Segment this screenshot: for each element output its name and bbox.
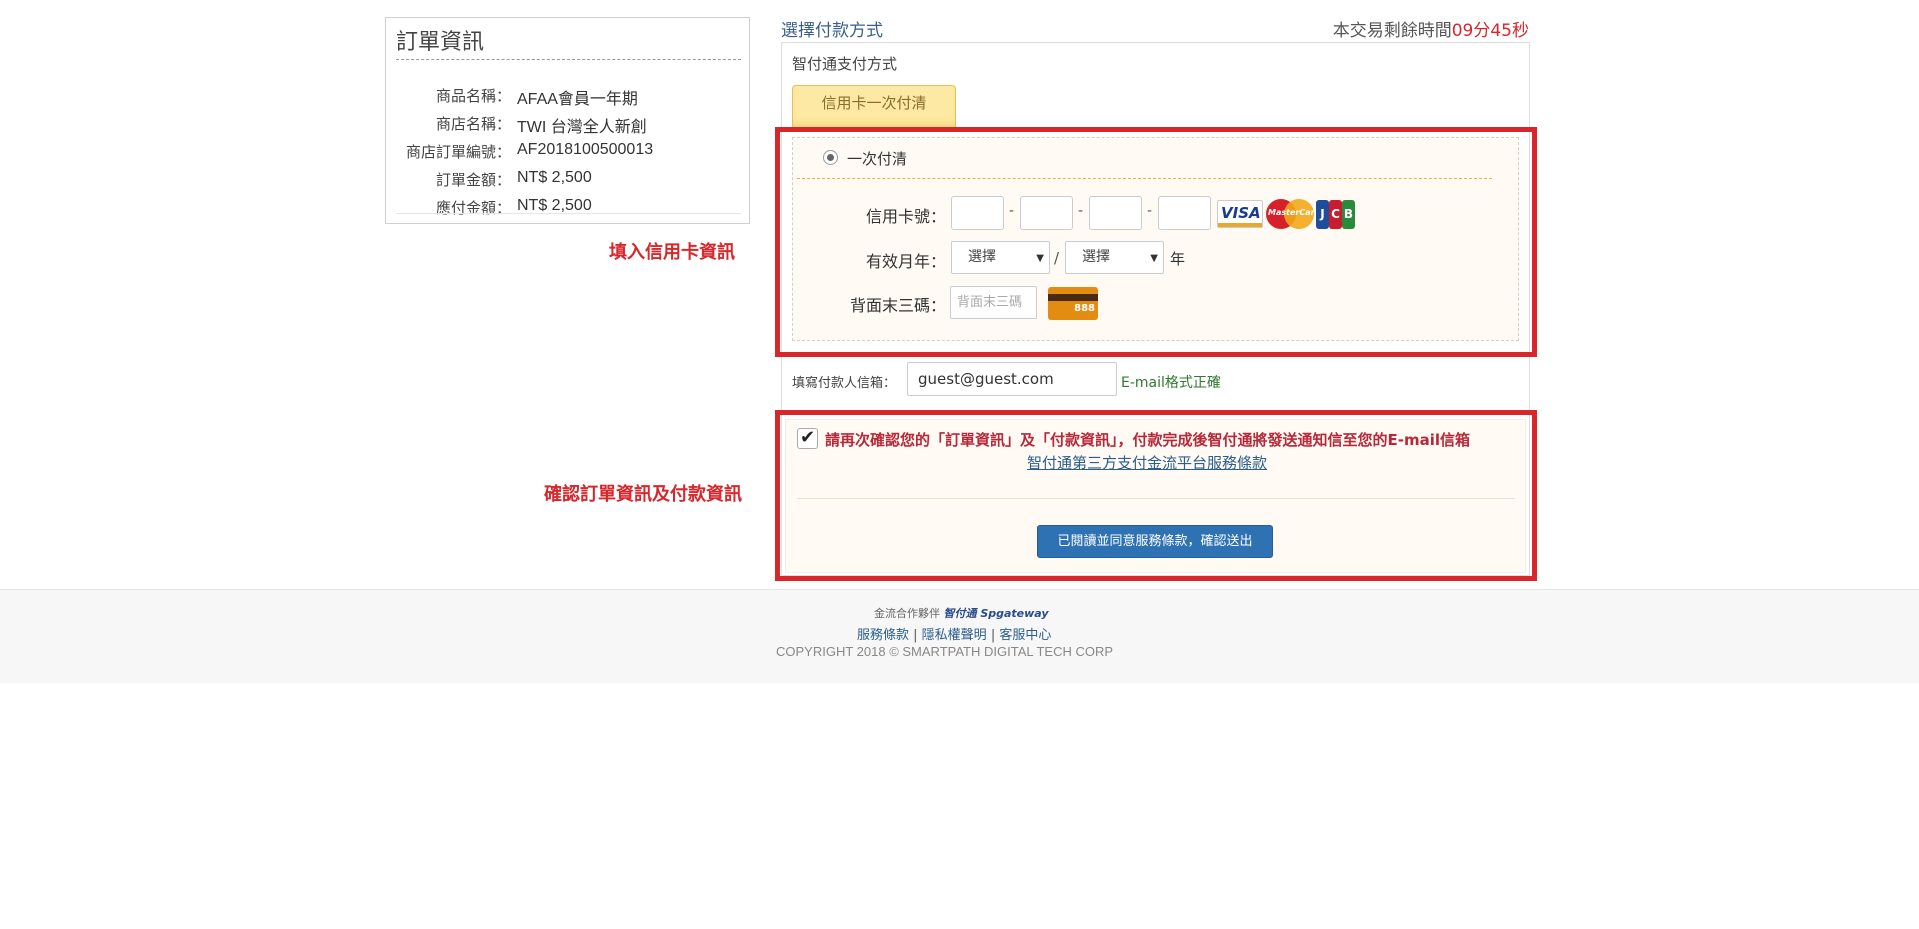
partner-label: 金流合作夥伴 [874, 607, 940, 620]
footer-link-sep: | [986, 628, 1000, 643]
highlight-card-section [775, 127, 1537, 357]
order-divider [396, 213, 741, 214]
order-row-amount: 訂單金額： NT$ 2,500 [386, 169, 751, 193]
email-input[interactable]: guest@guest.com [907, 362, 1117, 396]
order-info-title: 訂單資訊 [396, 24, 741, 60]
order-row-order-number: 商店訂單編號： AF2018100500013 [386, 141, 751, 165]
footer-link-sep: | [909, 628, 922, 643]
email-label: 填寫付款人信箱： [792, 376, 897, 391]
timer-seconds: 45 [1490, 21, 1512, 41]
footer-copyright: COPYRIGHT 2018 © SMARTPATH DIGITAL TECH … [776, 644, 1114, 659]
timer-prefix: 本交易剩餘時間 [1332, 21, 1452, 41]
timer-minutes-unit: 分 [1473, 21, 1491, 41]
highlight-confirm-section [775, 410, 1537, 581]
annotation-confirm: 確認訂單資訊及付款資訊 [544, 484, 742, 505]
footer-link-support[interactable]: 客服中心 [999, 628, 1051, 643]
footer-partner: 金流合作夥伴 智付通 Spgateway [874, 605, 1049, 621]
order-label: 訂單金額： [435, 171, 511, 189]
tab-credit-card-full[interactable]: 信用卡一次付清 [792, 85, 956, 127]
order-row-product: 商品名稱： AFAA會員一年期 [386, 85, 751, 109]
annotation-fill-card: 填入信用卡資訊 [609, 242, 735, 263]
footer-link-privacy[interactable]: 隱私權聲明 [922, 628, 987, 643]
footer-links: 服務條款 | 隱私權聲明 | 客服中心 [857, 624, 1051, 643]
countdown-timer: 本交易剩餘時間09分45秒 [1333, 16, 1529, 41]
spgateway-logo-icon: 智付通 Spgateway [943, 607, 1049, 620]
order-row-store: 商店名稱： TWI 台灣全人新創 [386, 113, 751, 137]
order-value: NT$ 2,500 [517, 169, 592, 186]
order-value: AFAA會員一年期 [517, 91, 638, 108]
order-label: 商店名稱： [435, 115, 511, 133]
order-label: 商品名稱： [435, 87, 511, 105]
timer-minutes: 09 [1451, 21, 1474, 41]
email-valid-status: E-mail格式正確 [1121, 375, 1221, 391]
order-label: 商店訂單編號： [405, 143, 511, 161]
payment-method-subtitle: 智付通支付方式 [792, 55, 898, 73]
order-label: 應付金額： [435, 199, 511, 217]
payment-method-title: 選擇付款方式 [781, 21, 883, 41]
timer-seconds-unit: 秒 [1512, 21, 1529, 41]
order-info-panel: 訂單資訊 商品名稱： AFAA會員一年期 商店名稱： TWI 台灣全人新創 商店… [385, 17, 750, 224]
order-value: TWI 台灣全人新創 [517, 119, 647, 136]
footer-link-terms[interactable]: 服務條款 [857, 628, 909, 643]
order-row-payable: 應付金額： NT$ 2,500 [386, 197, 751, 221]
order-value: AF2018100500013 [517, 141, 654, 158]
